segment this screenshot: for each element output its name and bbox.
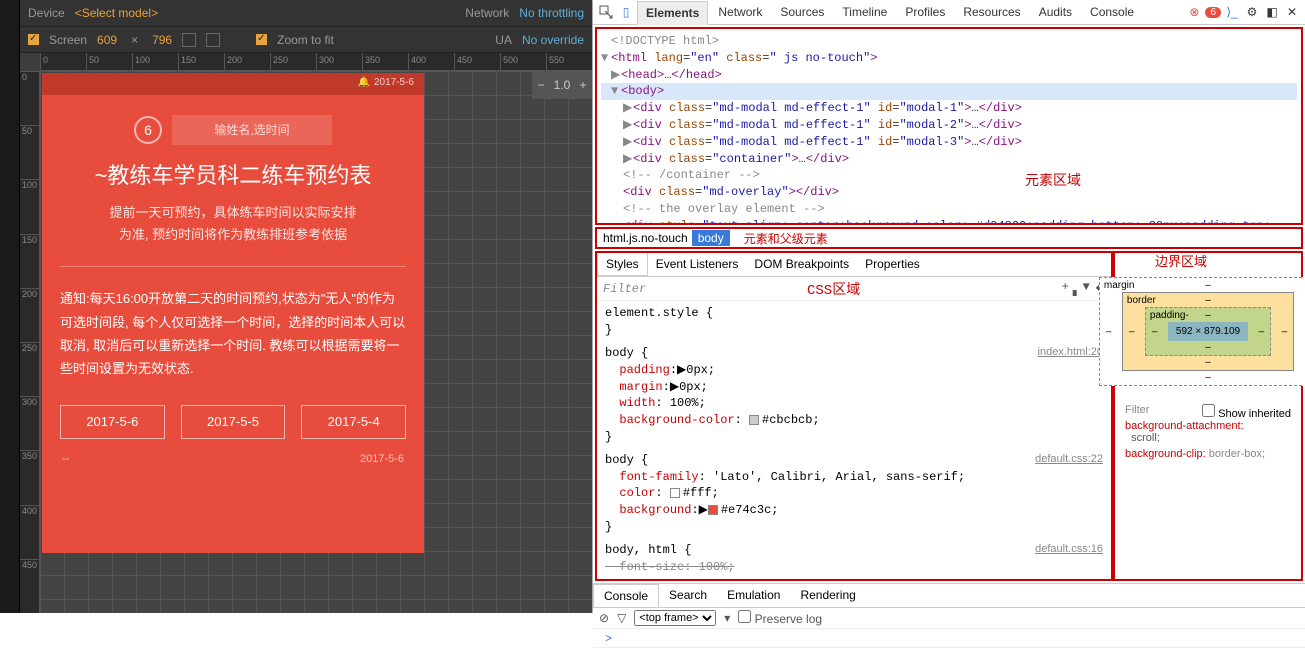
app-divider (60, 266, 406, 267)
stage: 050100150200250300350400450500550 050100… (20, 53, 592, 613)
bell-icon: 🔔 (358, 77, 370, 88)
error-icon[interactable]: ⊗ (1187, 5, 1201, 19)
box-model-pane: 边界区域 margin –––– border –––– padding- ––… (1113, 251, 1303, 581)
ruler-vertical: 050100150200250300350400450 (20, 71, 40, 613)
crumb-label: 元素和父级元素 (744, 230, 828, 247)
box-content[interactable]: 592 × 879.109 (1168, 322, 1248, 341)
box-padding[interactable]: padding- –––– 592 × 879.109 (1145, 307, 1271, 356)
css-rules[interactable]: element.style { } index.html:20body { pa… (597, 301, 1111, 579)
drawer-tab-rendering[interactable]: Rendering (790, 584, 865, 607)
app-subtitle-2: 为准, 预约时间将作为教练排班参考依据 (60, 224, 406, 246)
tab-audits[interactable]: Audits (1031, 1, 1080, 23)
stab-styles[interactable]: Styles (597, 253, 648, 276)
error-count-badge[interactable]: 6 (1205, 7, 1221, 18)
inspect-icon[interactable] (599, 5, 613, 19)
screen-label: Screen (49, 33, 87, 47)
styles-pane: Styles Event Listeners DOM Breakpoints P… (595, 251, 1113, 581)
devtools-panel: ▯ Elements Network Sources Timeline Prof… (592, 0, 1305, 613)
app-date-button-3[interactable]: 2017-5-4 (301, 405, 406, 439)
device-viewport[interactable]: 🔔 2017-5-6 6 ~教练车学员科二练车预约表 提前一天可预约，具体练车时间… (42, 73, 424, 553)
styles-filter[interactable]: Filter (603, 282, 646, 296)
drawer-tab-search[interactable]: Search (659, 584, 717, 607)
filter-icon[interactable]: ▽ (617, 611, 626, 625)
tab-console[interactable]: Console (1082, 1, 1142, 23)
tab-profiles[interactable]: Profiles (897, 1, 953, 23)
device-icon[interactable] (206, 33, 220, 47)
tab-resources[interactable]: Resources (955, 1, 1028, 23)
breadcrumb: html.js.no-touch body 元素和父级元素 (595, 227, 1303, 249)
app-notice: 通知:每天16:00开放第二天的时间预约,状态为"无人"的作为可选时间段, 每个… (60, 287, 406, 381)
device-toolbar: Device <Select model> Network No throttl… (20, 0, 592, 53)
stab-listeners[interactable]: Event Listeners (648, 253, 747, 276)
zoom-value: 1.0 (550, 78, 574, 92)
crumb-html[interactable]: html.js.no-touch (603, 231, 688, 245)
app-topbar: 🔔 2017-5-6 (42, 73, 424, 95)
css-link-1[interactable]: index.html:20 (1038, 345, 1103, 360)
css-area-label: CSS区域 (807, 279, 860, 299)
dom-doctype[interactable]: <!DOCTYPE html> (601, 33, 1297, 50)
left-strip (0, 0, 20, 613)
styles-tabs: Styles Event Listeners DOM Breakpoints P… (597, 253, 1111, 277)
new-rule-icon[interactable]: +▗ (1062, 280, 1077, 297)
pin-icon[interactable]: ▼ (1083, 280, 1090, 297)
swap-icon[interactable] (182, 33, 196, 47)
css-link-3[interactable]: default.css:16 (1035, 542, 1103, 557)
screen-width-input[interactable]: 609 (97, 33, 117, 47)
screen-x: × (131, 33, 138, 47)
app-name-input[interactable] (172, 115, 332, 145)
device-label: Device (28, 6, 65, 20)
network-label: Network (465, 6, 509, 20)
screen-height-input[interactable]: 796 (152, 33, 172, 47)
ua-label: UA (495, 33, 512, 47)
zoom-checkbox[interactable] (256, 34, 267, 45)
box-margin[interactable]: margin –––– border –––– padding- –––– 59… (1099, 277, 1303, 386)
network-select[interactable]: No throttling (519, 6, 584, 20)
app-subtitle-1: 提前一天可预约，具体练车时间以实际安排 (60, 202, 406, 224)
clear-console-icon[interactable]: ⊘ (599, 611, 609, 625)
zoom-in-button[interactable]: + (574, 78, 592, 92)
tab-network[interactable]: Network (710, 1, 770, 23)
app-title: ~教练车学员科二练车预约表 (60, 159, 406, 192)
drawer-tab-console[interactable]: Console (593, 584, 659, 607)
app-date-button-2[interactable]: 2017-5-5 (181, 405, 286, 439)
device-model-select[interactable]: <Select model> (75, 6, 158, 20)
preserve-log-checkbox[interactable] (738, 610, 751, 623)
dom-area-label: 元素区域 (1025, 173, 1081, 193)
zoom-label: Zoom to fit (277, 33, 334, 47)
close-icon[interactable]: ✕ (1285, 5, 1299, 19)
app-foot-right: 2017-5-6 (360, 453, 404, 465)
left-panel: Device <Select model> Network No throttl… (0, 0, 592, 613)
drawer-toggle-icon[interactable]: ⟩_ (1225, 5, 1239, 19)
zoom-out-button[interactable]: − (532, 78, 550, 92)
screen-checkbox[interactable] (28, 34, 39, 45)
box-border[interactable]: border –––– padding- –––– 592 × 879.109 (1122, 292, 1294, 371)
app-date-button-1[interactable]: 2017-5-6 (60, 405, 165, 439)
console-drawer: Console Search Emulation Rendering ⊘ ▽ <… (593, 583, 1305, 635)
drawer-tab-emulation[interactable]: Emulation (717, 584, 790, 607)
ua-select[interactable]: No override (522, 33, 584, 47)
css-link-2[interactable]: default.css:22 (1035, 452, 1103, 467)
ruler-horizontal: 050100150200250300350400450500550 (40, 53, 592, 71)
tab-timeline[interactable]: Timeline (834, 1, 895, 23)
zoom-control: − 1.0 + (532, 71, 592, 99)
computed-filter[interactable]: Filter (1125, 404, 1149, 416)
dom-tree[interactable]: <!DOCTYPE html> ▼<html lang="en" class="… (595, 27, 1303, 225)
settings-icon[interactable]: ⚙ (1245, 5, 1259, 19)
app-topdate: 2017-5-6 (374, 77, 414, 88)
app-stage-badge: 6 (134, 116, 162, 144)
console-prompt[interactable]: > (599, 631, 612, 645)
stab-breakpoints[interactable]: DOM Breakpoints (746, 253, 857, 276)
tab-sources[interactable]: Sources (772, 1, 832, 23)
dock-icon[interactable]: ◧ (1265, 5, 1279, 19)
box-area-label: 边界区域 (1155, 251, 1207, 270)
app-foot-left: -- (62, 453, 69, 465)
devtools-tabbar: ▯ Elements Network Sources Timeline Prof… (593, 0, 1305, 25)
crumb-body[interactable]: body (692, 230, 730, 246)
stab-properties[interactable]: Properties (857, 253, 928, 276)
show-inherited-checkbox[interactable] (1202, 404, 1215, 417)
device-toggle-icon[interactable]: ▯ (619, 5, 633, 19)
tab-elements[interactable]: Elements (637, 1, 708, 25)
